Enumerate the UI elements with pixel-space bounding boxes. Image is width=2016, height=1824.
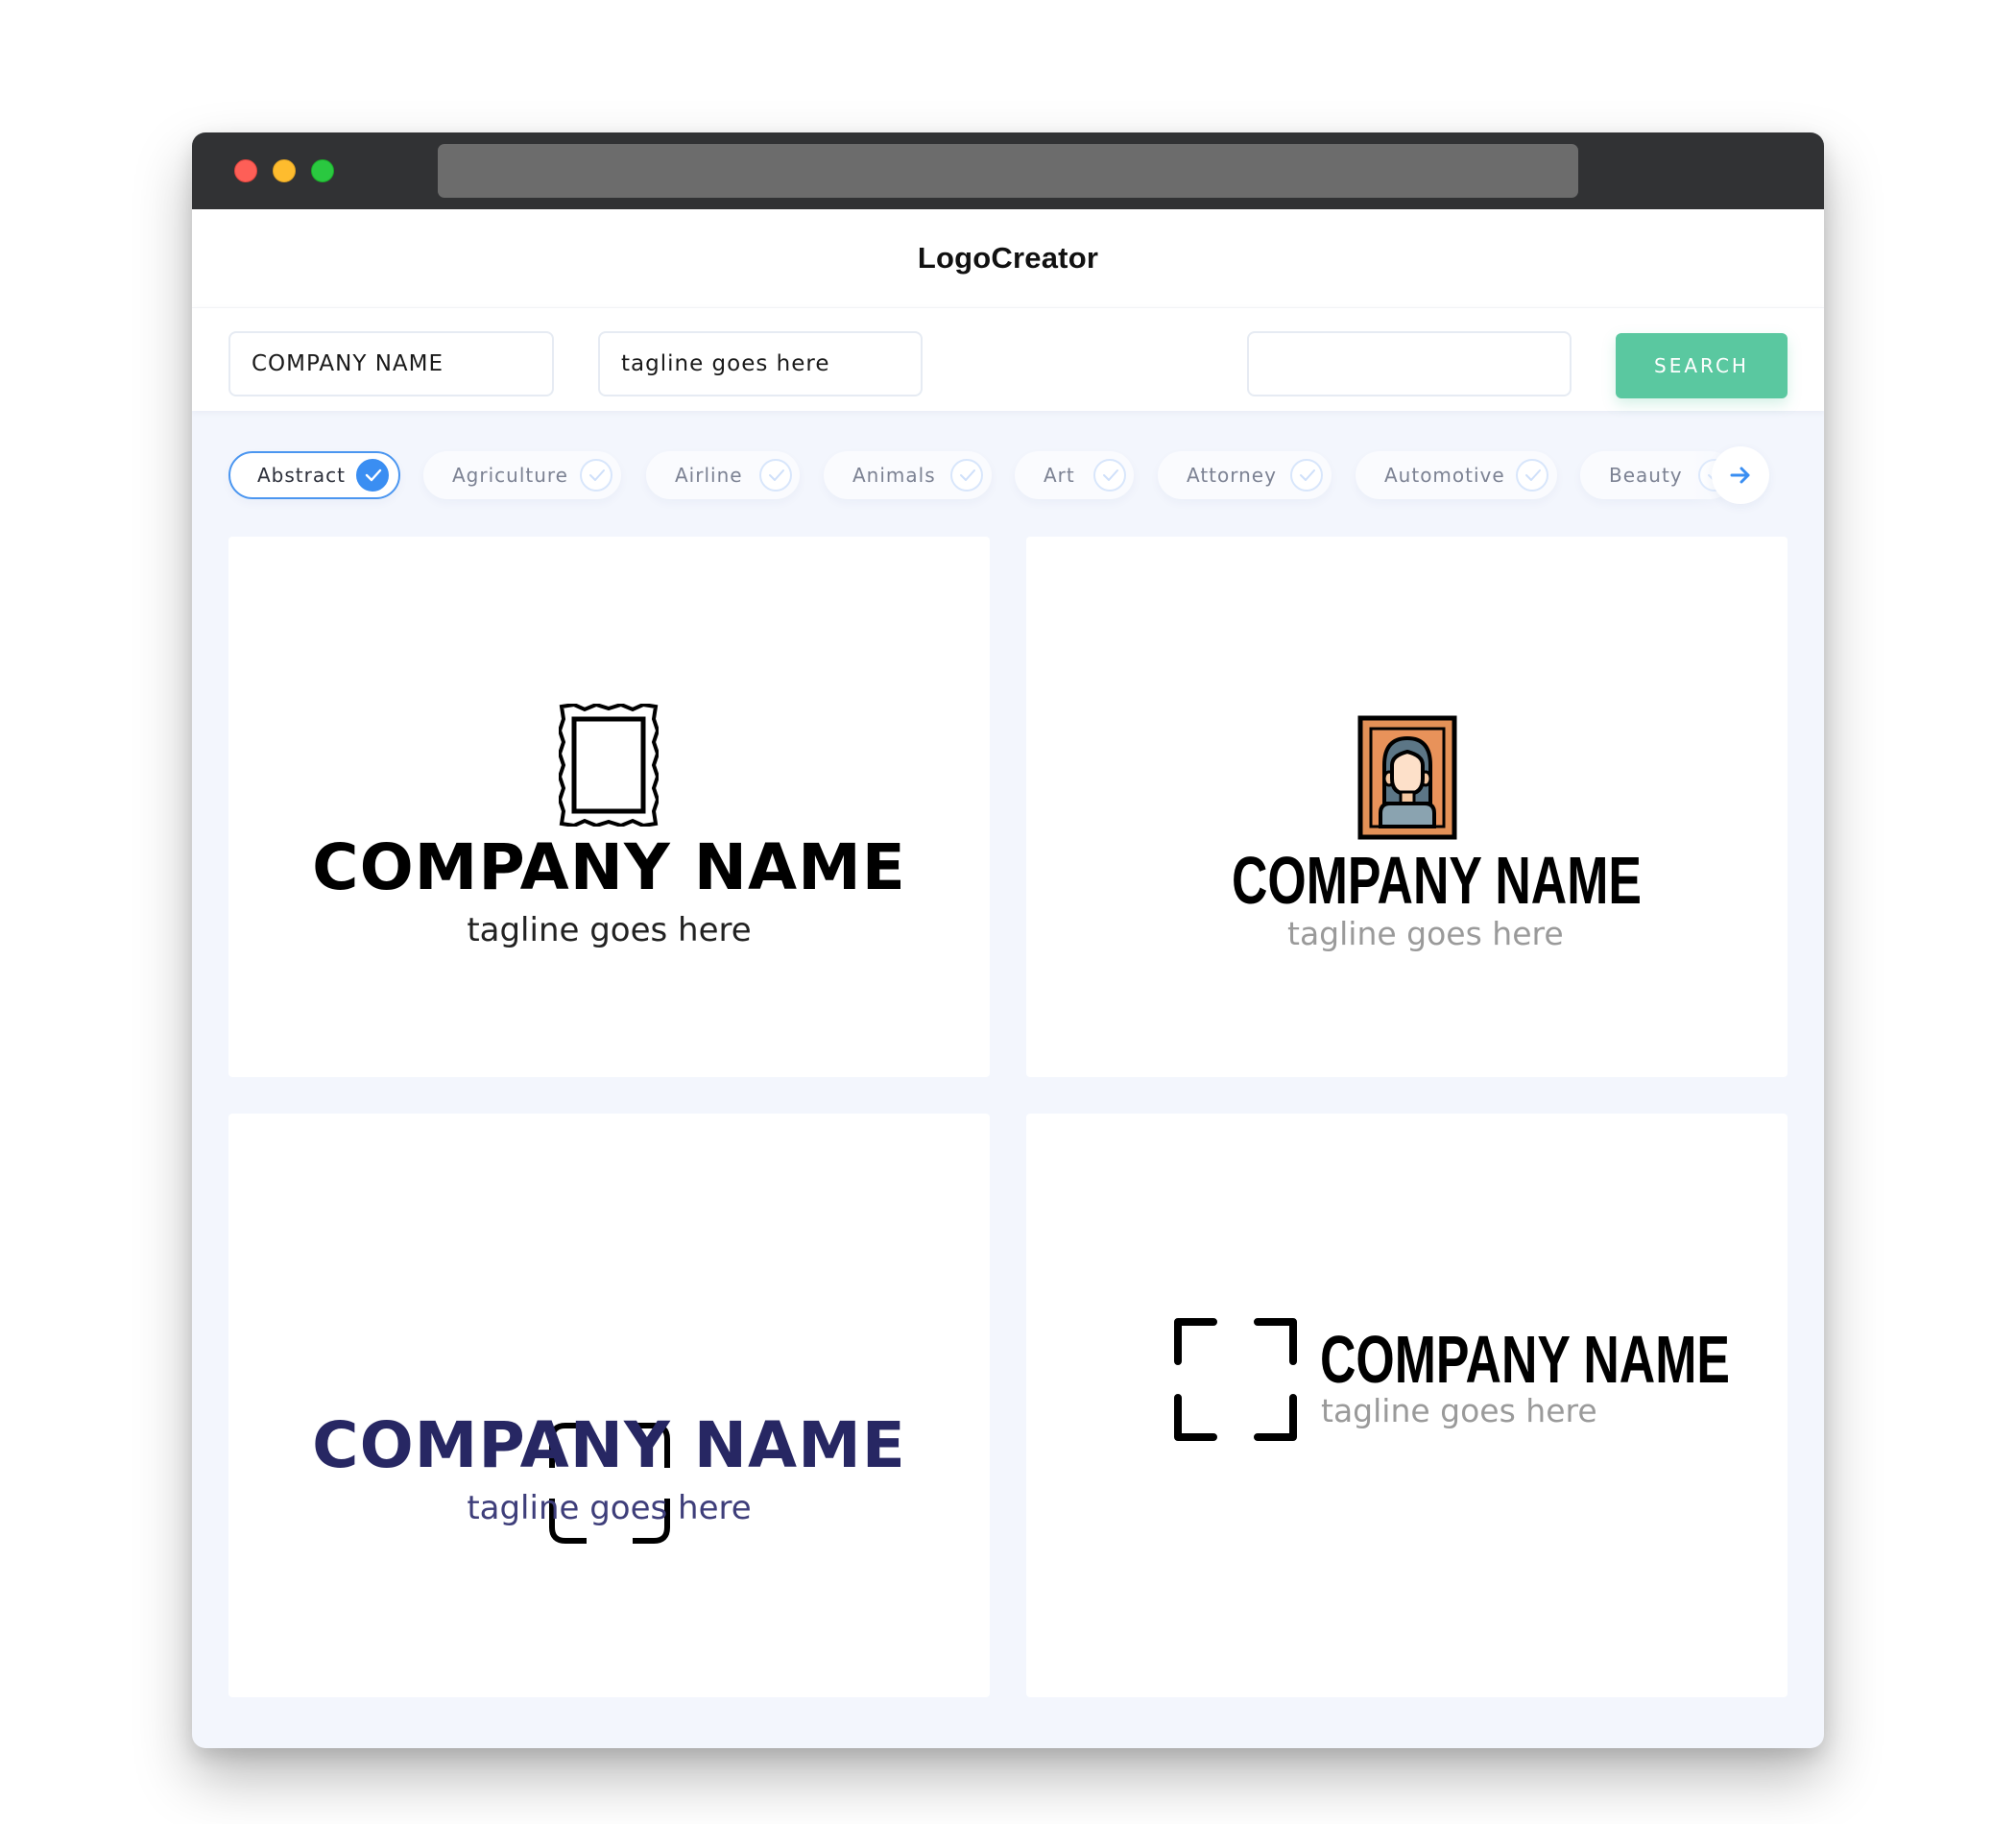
logo-tagline: tagline goes here xyxy=(1321,1392,1597,1429)
logo-card[interactable]: COMPANY NAME tagline goes here xyxy=(228,537,990,1077)
category-chip-animals[interactable]: Animals xyxy=(824,451,992,499)
check-icon xyxy=(950,459,983,492)
check-icon xyxy=(1516,459,1548,492)
category-chip-label: Automotive xyxy=(1384,464,1505,487)
app-header: LogoCreator xyxy=(192,209,1824,307)
address-bar[interactable] xyxy=(438,144,1578,198)
category-chip-label: Beauty xyxy=(1609,464,1683,487)
category-chip-abstract[interactable]: Abstract xyxy=(228,451,400,499)
maximize-window-button[interactable] xyxy=(311,159,334,182)
logo-card[interactable]: COMPANY NAME tagline goes here xyxy=(1026,537,1788,1077)
logo-company-name: COMPANY NAME xyxy=(1232,843,1642,918)
category-chip-label: Animals xyxy=(852,464,936,487)
logo-company-name: COMPANY NAME xyxy=(312,1408,906,1482)
app-title: LogoCreator xyxy=(917,241,1099,275)
company-name-input[interactable]: COMPANY NAME xyxy=(228,331,554,396)
category-chip-label: Agriculture xyxy=(452,464,568,487)
keyword-input[interactable] xyxy=(1247,331,1572,396)
logo-tagline: tagline goes here xyxy=(467,911,752,949)
logo-tagline: tagline goes here xyxy=(1287,915,1564,952)
category-chip-label: Abstract xyxy=(257,464,346,487)
logo-company-name: COMPANY NAME xyxy=(312,830,906,904)
logo-tagline: tagline goes here xyxy=(467,1489,752,1527)
ornate-frame-icon xyxy=(559,704,659,827)
check-icon xyxy=(1093,459,1126,492)
logo-card[interactable]: COMPANY NAME tagline goes here xyxy=(228,1114,990,1697)
category-chip-label: Attorney xyxy=(1187,464,1277,487)
logo-company-name: COMPANY NAME xyxy=(1320,1322,1730,1397)
arrow-right-icon xyxy=(1730,467,1750,484)
check-icon xyxy=(580,459,612,492)
check-icon xyxy=(1290,459,1323,492)
close-window-button[interactable] xyxy=(234,159,257,182)
next-categories-button[interactable] xyxy=(1712,446,1769,504)
title-bar xyxy=(192,132,1824,209)
category-filter-bar: Abstract Agriculture Airline Animals Art xyxy=(192,411,1824,526)
focus-brackets-icon xyxy=(1174,1318,1297,1441)
tagline-input[interactable]: tagline goes here xyxy=(598,331,923,396)
check-icon xyxy=(356,459,389,492)
category-chip-agriculture[interactable]: Agriculture xyxy=(423,451,621,499)
category-chip-attorney[interactable]: Attorney xyxy=(1158,451,1332,499)
minimize-window-button[interactable] xyxy=(273,159,296,182)
category-chip-label: Art xyxy=(1044,464,1075,487)
search-toolbar: COMPANY NAME tagline goes here SEARCH xyxy=(192,307,1824,411)
category-chip-art[interactable]: Art xyxy=(1015,451,1134,499)
logo-card[interactable]: COMPANY NAME tagline goes here xyxy=(1026,1114,1788,1697)
check-icon xyxy=(759,459,792,492)
search-button[interactable]: SEARCH xyxy=(1616,333,1788,398)
category-chip-automotive[interactable]: Automotive xyxy=(1356,451,1557,499)
portrait-frame-icon xyxy=(1357,715,1457,840)
browser-window: LogoCreator COMPANY NAME tagline goes he… xyxy=(192,132,1824,1748)
category-chip-label: Airline xyxy=(675,464,743,487)
category-chip-airline[interactable]: Airline xyxy=(646,451,800,499)
